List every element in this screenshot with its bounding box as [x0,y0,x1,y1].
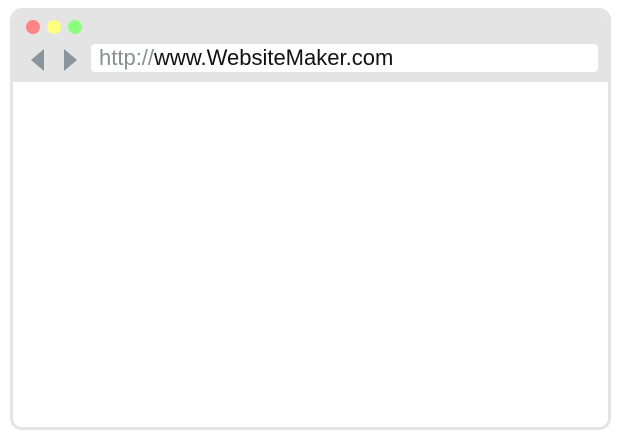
minimize-window-button[interactable] [47,20,61,34]
url-host: www.WebsiteMaker.com [154,45,394,70]
close-window-button[interactable] [26,20,40,34]
forward-button[interactable] [61,48,79,72]
page-content-area[interactable] [13,82,608,427]
maximize-window-button[interactable] [68,20,82,34]
titlebar: http://www.WebsiteMaker.com [13,11,608,82]
address-bar[interactable]: http://www.WebsiteMaker.com [91,44,598,72]
arrow-left-icon [31,49,44,71]
url-scheme: http:// [99,45,155,70]
arrow-right-icon [64,49,77,71]
back-button[interactable] [29,48,47,72]
browser-window: http://www.WebsiteMaker.com [10,8,611,430]
